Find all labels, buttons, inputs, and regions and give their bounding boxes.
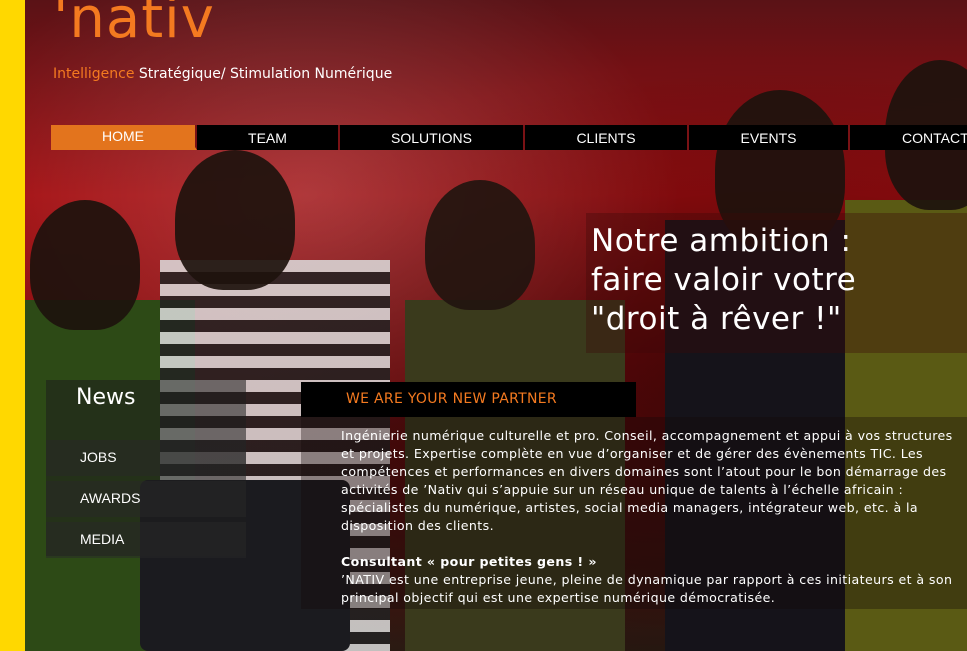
news-link-jobs[interactable]: JOBS [80,449,117,465]
partner-subheading: Consultant « pour petites gens ! » [341,554,597,569]
nav-item-home[interactable]: HOME [51,125,197,150]
nav-item-clients[interactable]: CLIENTS [525,125,689,150]
ambition-line-3: "droit à rêver !" [591,301,842,337]
tagline-rest: Stratégique/ Stimulation Numérique [134,66,393,82]
news-link-media[interactable]: MEDIA [80,531,124,547]
tagline-accent: Intelligence [53,66,135,82]
partner-paragraph-2: ’NATIV est une entreprise jeune, pleine … [341,572,953,605]
photo-head [425,180,535,310]
news-heading: News [76,385,136,410]
ambition-line-1: Notre ambition : [591,223,852,259]
partner-paragraph-1: Ingénierie numérique culturelle et pro. … [341,428,953,533]
news-row [46,481,246,517]
ambition-heading: Notre ambition : faire valoir votre "dro… [591,222,856,339]
news-link-awards[interactable]: AWARDS [80,490,140,506]
news-row [46,522,246,558]
ambition-line-2: faire valoir votre [591,262,857,298]
site-logo[interactable]: 'nativ [53,0,215,51]
nav-item-contact[interactable]: CONTACT [850,125,967,150]
nav-item-events[interactable]: EVENTS [689,125,850,150]
site-tagline: Intelligence Stratégique/ Stimulation Nu… [53,66,392,82]
main-nav: HOME TEAM SOLUTIONS CLIENTS EVENTS CONTA… [51,125,967,150]
content-text: Ingénierie numérique culturelle et pro. … [341,427,961,607]
photo-head [175,150,295,290]
nav-item-solutions[interactable]: SOLUTIONS [340,125,525,150]
nav-item-team[interactable]: TEAM [197,125,340,150]
photo-head [30,200,140,330]
partner-title: WE ARE YOUR NEW PARTNER [346,391,557,407]
left-accent-strip [0,0,25,651]
news-row [46,440,246,476]
